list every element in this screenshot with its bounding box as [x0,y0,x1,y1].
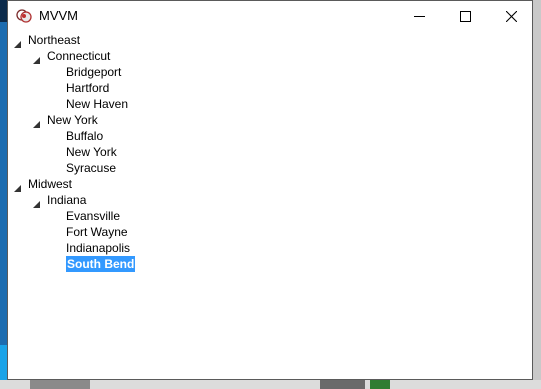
tree-node-label: Syracuse [66,161,117,175]
tree-node-city[interactable]: Fort Wayne [46,224,346,240]
tree-node-state[interactable]: Indiana [27,192,327,208]
close-button[interactable] [488,1,534,31]
tree-node-label: Fort Wayne [66,225,128,239]
desktop-background-left [0,0,7,389]
tree-node-city[interactable]: New York [46,144,346,160]
tree-node-label: Hartford [66,81,110,95]
tree-node-label: Indianapolis [66,241,131,255]
tree-node-state[interactable]: Connecticut [27,48,327,64]
title-bar[interactable]: MVVM [8,1,532,31]
desktop-background-right [533,0,541,389]
tree-node-label: Northeast [28,33,81,47]
tree-node-label: Buffalo [66,129,104,143]
minimize-button[interactable] [396,1,442,31]
tree-node-label: New York [47,113,98,127]
app-window: MVVM Northeast Connecticut Bridgeport Hartf… [7,0,533,380]
tree-node-label: Evansville [66,209,121,223]
window-title: MVVM [39,8,78,23]
tree-node-label: South Bend [66,256,136,272]
desktop-background-bottom [0,380,541,389]
tree-node-label: Connecticut [47,49,111,63]
tree-node-city[interactable]: Bridgeport [46,64,346,80]
maximize-button[interactable] [442,1,488,31]
maximize-icon [459,10,471,22]
tree-node-label: New York [66,145,117,159]
app-icon [16,8,32,24]
tree-node-city[interactable]: New Haven [46,96,346,112]
tree-node-label: Bridgeport [66,65,122,79]
tree-node-label: New Haven [66,97,129,111]
tree-node-city[interactable]: Indianapolis [46,240,346,256]
tree-node-label: Midwest [28,177,73,191]
close-icon [505,10,517,22]
tree-node-state[interactable]: New York [27,112,327,128]
tree-node-city[interactable]: Evansville [46,208,346,224]
tree-node-city[interactable]: Buffalo [46,128,346,144]
minimize-icon [413,11,425,22]
tree-node-label: Indiana [47,193,87,207]
tree-node-region[interactable]: Northeast [8,32,308,48]
tree-node-city[interactable]: South Bend [46,256,346,272]
tree-node-city[interactable]: Hartford [46,80,346,96]
tree-node-region[interactable]: Midwest [8,176,308,192]
tree-node-city[interactable]: Syracuse [46,160,346,176]
